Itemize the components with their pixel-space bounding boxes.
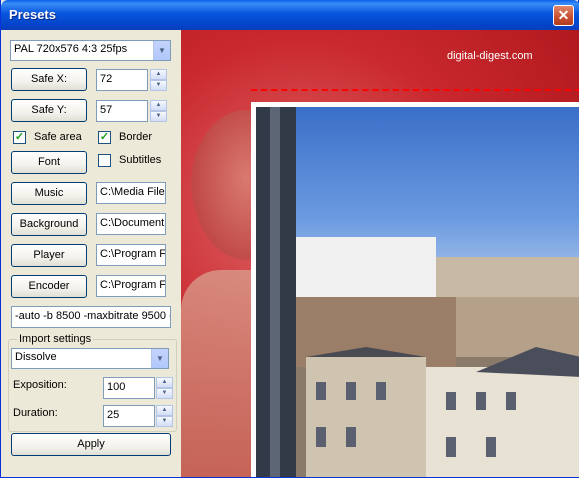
player-path-input[interactable]: C:\Program F [96, 244, 166, 266]
safe-y-stepper[interactable]: ▲ ▼ [150, 100, 167, 122]
spin-down-icon[interactable]: ▼ [156, 388, 173, 399]
safe-area-checkbox[interactable]: ✓ Safe area [13, 131, 93, 145]
exposition-label: Exposition: [13, 379, 67, 391]
background-path-input[interactable]: C:\Document [96, 213, 166, 235]
preview-area: digital-digest.com [181, 30, 579, 477]
format-select[interactable]: PAL 720x576 4:3 25fps ▼ [10, 40, 171, 61]
safe-y-button[interactable]: Safe Y: [11, 99, 87, 122]
photo-scene [256, 107, 579, 477]
encoder-button[interactable]: Encoder [11, 275, 87, 298]
safe-y-input[interactable]: 57 [96, 100, 148, 122]
safe-x-button[interactable]: Safe X: [11, 68, 87, 91]
music-path-input[interactable]: C:\Media File [96, 182, 166, 204]
exposition-stepper[interactable]: ▲ ▼ [156, 377, 173, 399]
safe-x-input[interactable]: 72 [96, 69, 148, 91]
exposition-input[interactable]: 100 [103, 377, 155, 399]
player-button[interactable]: Player [11, 244, 87, 267]
safe-area-guide [251, 89, 579, 91]
close-icon: ✕ [557, 7, 570, 23]
music-button[interactable]: Music [11, 182, 87, 205]
title-bar[interactable]: Presets ✕ [1, 0, 579, 30]
spin-down-icon[interactable]: ▼ [150, 111, 167, 122]
font-button[interactable]: Font [11, 151, 87, 174]
subtitles-checkbox[interactable]: Subtitles [98, 154, 173, 168]
transition-select-value: Dissolve [15, 351, 57, 363]
check-icon[interactable]: ✓ [13, 131, 26, 144]
window-title: Presets [9, 7, 56, 22]
safe-x-stepper[interactable]: ▲ ▼ [150, 69, 167, 91]
spin-down-icon[interactable]: ▼ [150, 80, 167, 91]
subtitles-label: Subtitles [119, 154, 162, 166]
format-select-value: PAL 720x576 4:3 25fps [14, 43, 128, 55]
spin-up-icon[interactable]: ▲ [156, 405, 173, 416]
chevron-down-icon[interactable]: ▼ [151, 349, 168, 368]
chevron-down-icon[interactable]: ▼ [153, 41, 170, 60]
presets-window: Presets ✕ PAL 720x576 4:3 25fps ▼ Safe X… [0, 0, 579, 478]
border-label: Border [119, 131, 153, 143]
settings-panel: PAL 720x576 4:3 25fps ▼ Safe X: 72 ▲ ▼ S… [5, 30, 181, 474]
duration-input[interactable]: 25 [103, 405, 155, 427]
spin-up-icon[interactable]: ▲ [150, 69, 167, 80]
duration-stepper[interactable]: ▲ ▼ [156, 405, 173, 427]
close-button[interactable]: ✕ [553, 5, 574, 26]
check-icon[interactable]: ✓ [98, 131, 111, 144]
import-settings-title: Import settings [17, 333, 94, 345]
watermark-text: digital-digest.com [447, 50, 533, 62]
safe-area-label: Safe area [34, 131, 82, 143]
checkbox-box[interactable] [98, 154, 111, 167]
encoder-path-input[interactable]: C:\Program F [96, 275, 166, 297]
apply-button[interactable]: Apply [11, 433, 171, 456]
photo-image [256, 107, 579, 477]
spin-down-icon[interactable]: ▼ [156, 416, 173, 427]
transition-select[interactable]: Dissolve ▼ [11, 348, 169, 369]
background-button[interactable]: Background [11, 213, 87, 236]
spin-up-icon[interactable]: ▲ [150, 100, 167, 111]
border-checkbox[interactable]: ✓ Border [98, 131, 168, 145]
duration-label: Duration: [13, 407, 58, 419]
encoder-args-input[interactable]: -auto -b 8500 -maxbitrate 9500 - [11, 306, 171, 328]
spin-up-icon[interactable]: ▲ [156, 377, 173, 388]
